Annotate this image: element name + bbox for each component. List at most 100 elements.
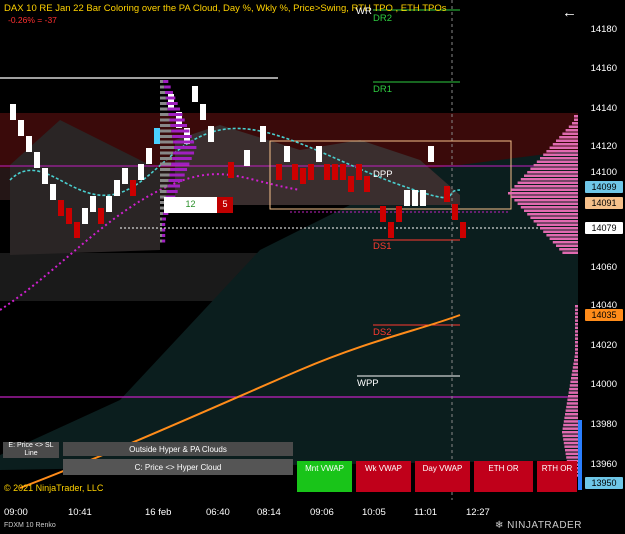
eth-profile-bar [160, 162, 172, 166]
eth-profile-bar [163, 80, 169, 83]
outside-hyper-button[interactable]: Outside Hyper & PA Clouds [63, 442, 293, 456]
tpo-profile-bar [556, 244, 578, 247]
tpo-profile-bar [530, 167, 578, 170]
y-tick: 14000 [590, 379, 617, 390]
x-tick: 10:05 [362, 507, 386, 518]
tpo-profile-bar [563, 423, 578, 427]
wk-vwap-button[interactable]: Wk VWAP [356, 461, 411, 492]
eth-profile-bar [160, 228, 162, 232]
tpo-profile-bar [573, 362, 578, 366]
level-ds2: DS2 [373, 327, 392, 338]
tpo-profile-bar [563, 441, 578, 445]
rth-or-button[interactable]: RTH OR [537, 461, 577, 492]
tpo-profile-bar [540, 157, 578, 160]
tpo-profile-bar [574, 118, 578, 121]
tpo-profile-bar [540, 227, 578, 230]
tpo-profile-bar [575, 323, 578, 326]
y-tick: 14140 [590, 103, 617, 114]
level-ds1: DS1 [373, 241, 392, 252]
tpo-profile-bar [562, 132, 578, 135]
renko-brick [292, 164, 298, 180]
tpo-profile-bar [565, 409, 578, 412]
renko-brick [412, 190, 418, 206]
tpo-profile-bar [517, 181, 578, 184]
tpo-profile-bar [572, 366, 578, 369]
tpo-profile-bar [562, 434, 578, 438]
y-tick: 14100 [590, 167, 617, 178]
renko-brick [420, 190, 426, 206]
tpo-profile-bar [575, 348, 578, 351]
eth-profile-bar [172, 157, 192, 160]
tpo-profile-bar [574, 355, 578, 358]
renko-brick [10, 104, 16, 120]
tpo-profile-bar [546, 150, 578, 153]
eth-profile-bar [160, 113, 169, 116]
renko-brick [192, 86, 198, 102]
eth-profile-bar [160, 146, 174, 149]
tpo-profile-bar [536, 223, 578, 226]
eth-profile-bar [160, 135, 173, 138]
eth-profile-bar [160, 190, 167, 193]
renko-brick [34, 152, 40, 168]
tpo-profile-bar [566, 405, 578, 409]
renko-brick [50, 184, 56, 200]
eth-profile-bar [168, 179, 183, 182]
brick-counter-down: 5 [217, 197, 233, 213]
eth-profile-bar [162, 239, 166, 243]
x-tick: 06:40 [206, 507, 230, 518]
eth-profile-bar [160, 234, 162, 237]
tpo-profile-bar [564, 416, 578, 420]
tpo-profile-bar [575, 315, 578, 319]
tpo-profile-bar [562, 427, 578, 430]
eth-profile-bar [160, 129, 172, 133]
price-tag: 13950 [585, 477, 623, 489]
tpo-profile-bar [568, 395, 578, 398]
tpo-profile-bar [567, 398, 578, 402]
eth-profile-bar [168, 113, 183, 116]
renko-brick [122, 168, 128, 184]
instrument-label: FDXM 10 Renko [4, 522, 56, 529]
y-tick: 14120 [590, 141, 617, 152]
tpo-profile-bar [527, 213, 578, 216]
eth-profile-bar [160, 124, 171, 127]
eth-profile-bar [160, 80, 164, 83]
x-tick: 11:01 [414, 507, 438, 518]
tpo-profile-bar [514, 185, 578, 188]
tpo-profile-bar [565, 452, 578, 456]
eth-profile-bar [160, 217, 163, 221]
level-wpp: WPP [357, 378, 379, 389]
renko-brick [42, 168, 48, 184]
x-tick: 10:41 [68, 507, 92, 518]
eth-profile-bar [167, 184, 181, 188]
eth-or-button[interactable]: ETH OR [474, 461, 533, 492]
tpo-profile-bar [552, 241, 578, 244]
x-tick: 16 feb [145, 507, 172, 518]
c-price-hyper-button[interactable]: C: Price <> Hyper Cloud [63, 459, 293, 475]
eth-profile-bar [170, 168, 188, 171]
e-price-sl-button[interactable]: E: Price <> SL Line [3, 442, 59, 458]
renko-brick [74, 222, 80, 238]
tpo-profile-bar [524, 209, 578, 212]
day-vwap-button[interactable]: Day VWAP [415, 461, 470, 492]
tpo-profile-bar [575, 319, 578, 322]
tpo-profile-bar [575, 330, 578, 333]
tpo-profile-bar [508, 192, 578, 195]
x-tick: 08:14 [257, 507, 281, 518]
eth-profile-bar [165, 96, 176, 100]
renko-brick [26, 136, 32, 152]
renko-brick [348, 176, 354, 192]
y-tick: 14060 [590, 262, 617, 273]
renko-brick [404, 190, 410, 206]
tpo-profile-bar [574, 115, 578, 118]
renko-brick [284, 146, 290, 162]
back-arrow-icon[interactable]: ← [562, 4, 577, 21]
tpo-profile-bar [569, 387, 578, 391]
renko-brick [138, 164, 144, 180]
renko-brick [146, 148, 152, 164]
renko-brick [228, 162, 234, 178]
eth-profile-bar [160, 223, 162, 226]
tpo-profile-bar [566, 402, 578, 405]
mnt-vwap-button[interactable]: Mnt VWAP [297, 461, 352, 492]
eth-profile-bar [160, 85, 165, 89]
tpo-profile-bar [575, 305, 578, 308]
